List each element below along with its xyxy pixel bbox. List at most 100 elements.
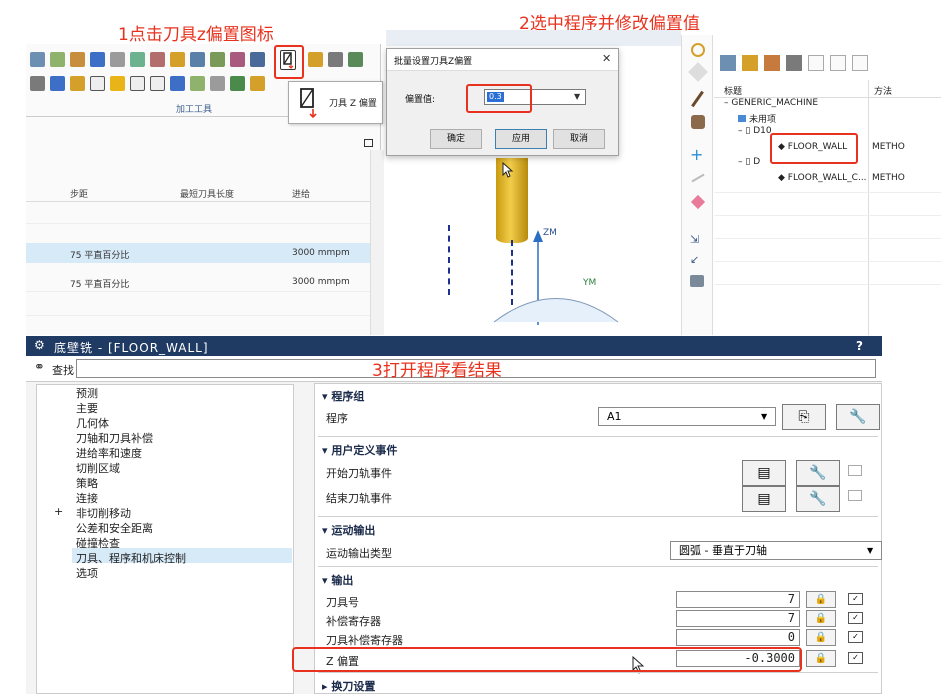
table-row[interactable] xyxy=(26,204,370,224)
nav-tool-icon[interactable] xyxy=(720,55,736,71)
tool-icon[interactable] xyxy=(90,52,105,67)
program-select[interactable]: A1 ▼ xyxy=(598,407,776,426)
chevron-down-icon[interactable]: ▼ xyxy=(761,408,767,425)
tool-icon[interactable] xyxy=(250,76,265,91)
nav-item-non-cutting[interactable]: + 非切削移动 xyxy=(54,505,131,521)
nav-item-tolerances[interactable]: 公差和安全距离 xyxy=(76,520,153,536)
apply-button[interactable]: 应用 xyxy=(495,129,547,149)
table-row[interactable] xyxy=(26,224,370,244)
start-event-button[interactable]: ▤ xyxy=(742,460,786,486)
nav-tool-icon[interactable] xyxy=(764,55,780,71)
chevron-down-icon[interactable]: ▼ xyxy=(574,92,580,101)
nav-item-tool-axis[interactable]: 刀轴和刀具补偿 xyxy=(76,430,153,446)
tool-icon[interactable] xyxy=(230,76,245,91)
tool-icon[interactable] xyxy=(110,52,125,67)
wrench-icon[interactable]: 🔧 xyxy=(836,404,880,430)
checkbox[interactable] xyxy=(848,490,862,501)
panel-splitter[interactable] xyxy=(370,150,384,335)
tool-icon[interactable] xyxy=(210,52,225,67)
tree-item-unused[interactable]: 未用项 xyxy=(738,112,776,125)
tool-icon[interactable] xyxy=(150,76,165,91)
nav-item-cut-area[interactable]: 切削区域 xyxy=(76,460,120,476)
tool-icon[interactable] xyxy=(250,52,265,67)
section-user-events[interactable]: ▾ 用户定义事件 xyxy=(322,442,397,458)
tool-icon[interactable] xyxy=(70,76,85,91)
line-icon[interactable] xyxy=(691,173,705,183)
help-icon[interactable]: ? xyxy=(856,339,863,353)
nav-tool-icon[interactable] xyxy=(830,55,846,71)
lock-icon[interactable]: 🔒 xyxy=(806,650,836,667)
tool-icon[interactable] xyxy=(150,52,165,67)
tool-icon[interactable] xyxy=(130,76,145,91)
section-output[interactable]: ▾ 输出 xyxy=(322,572,353,588)
nav-tool-icon[interactable] xyxy=(742,55,758,71)
nav-tool-icon[interactable] xyxy=(808,55,824,71)
comp-register-field[interactable]: 7 xyxy=(676,610,800,627)
nav-item-connections[interactable]: 连接 xyxy=(76,490,98,506)
lock-icon[interactable]: 🔒 xyxy=(806,629,836,646)
plus-icon[interactable]: + xyxy=(690,147,703,163)
tool-icon[interactable] xyxy=(230,52,245,67)
pan-icon[interactable]: ⇲ xyxy=(690,233,699,246)
section-tool-change[interactable]: ▸ 换刀设置 xyxy=(322,678,375,694)
tool-icon[interactable] xyxy=(190,76,205,91)
end-event-button[interactable]: ▤ xyxy=(742,486,786,512)
lock-icon[interactable]: 🔒 xyxy=(806,591,836,608)
tree-item-floor-wall-copy[interactable]: ◆ FLOOR_WALL_C... xyxy=(778,173,867,183)
brush-icon[interactable] xyxy=(691,90,704,108)
edit-program-button[interactable]: ⎘ xyxy=(782,404,826,430)
checkbox[interactable] xyxy=(848,465,862,476)
tool-icon[interactable] xyxy=(190,52,205,67)
nav-tool-icon[interactable] xyxy=(852,55,868,71)
wrench-icon[interactable]: 🔧 xyxy=(796,460,840,486)
tree-item-d[interactable]: – ▯ D xyxy=(738,157,760,167)
table-row[interactable]: 75 平直百分比 3000 mmpm xyxy=(26,243,370,263)
tool-icon[interactable] xyxy=(90,76,105,91)
nav-item-preview[interactable]: 预测 xyxy=(76,385,98,401)
expand-icon[interactable]: + xyxy=(54,505,63,518)
tool-icon[interactable] xyxy=(70,52,85,67)
tool-icon[interactable] xyxy=(50,76,65,91)
nav-item-tool-program-machine[interactable]: 刀具、程序和机床控制 xyxy=(76,550,186,566)
tool-icon[interactable] xyxy=(348,52,363,67)
axis-icon[interactable]: ↙ xyxy=(690,253,699,266)
motion-type-select[interactable]: 圆弧 - 垂直于刀轴 ▼ xyxy=(670,541,882,560)
lock-icon[interactable]: 🔒 xyxy=(806,610,836,627)
chevron-down-icon[interactable]: ▼ xyxy=(867,542,873,559)
table-row[interactable]: 75 平直百分比 3000 mmpm xyxy=(26,272,370,292)
gear-icon[interactable]: ⚙ xyxy=(34,338,45,352)
tool-icon[interactable] xyxy=(210,76,225,91)
tool-icon[interactable] xyxy=(308,52,323,67)
column-stepover[interactable]: 步距 xyxy=(70,187,88,200)
tree-item-root[interactable]: – GENERIC_MACHINE xyxy=(724,98,818,108)
nav-item-options[interactable]: 选项 xyxy=(76,565,98,581)
tool-icon[interactable] xyxy=(30,76,45,91)
tool-icon[interactable] xyxy=(110,76,125,91)
checkbox[interactable]: ✓ xyxy=(848,631,863,643)
rotate-icon[interactable] xyxy=(691,43,705,57)
checkbox[interactable]: ✓ xyxy=(848,652,863,664)
tool-comp-register-field[interactable]: 0 xyxy=(676,629,800,646)
tool-icon[interactable] xyxy=(170,76,185,91)
nav-tool-icon[interactable] xyxy=(786,55,802,71)
ok-button[interactable]: 确定 xyxy=(430,129,482,149)
column-name[interactable]: 标题 xyxy=(724,84,742,97)
tool-icon[interactable] xyxy=(328,52,343,67)
section-motion-output[interactable]: ▾ 运动输出 xyxy=(322,522,375,538)
table-row[interactable] xyxy=(26,296,370,316)
nav-item-main[interactable]: 主要 xyxy=(76,400,98,416)
tool-icon[interactable] xyxy=(170,52,185,67)
paint-icon[interactable] xyxy=(691,115,705,129)
column-min-tool-length[interactable]: 最短刀具长度 xyxy=(180,187,234,200)
maximize-icon[interactable] xyxy=(364,139,373,147)
tool-icon[interactable] xyxy=(30,52,45,67)
column-feed[interactable]: 进给 xyxy=(292,187,310,200)
tool-icon[interactable] xyxy=(130,52,145,67)
nav-item-feeds[interactable]: 进给率和速度 xyxy=(76,445,142,461)
wrench-icon[interactable]: 🔧 xyxy=(796,486,840,512)
tree-item-d10[interactable]: – ▯ D10 xyxy=(738,126,772,136)
diamond-icon[interactable] xyxy=(690,194,706,210)
checkbox[interactable]: ✓ xyxy=(848,612,863,624)
checkbox[interactable]: ✓ xyxy=(848,593,863,605)
eraser-icon[interactable] xyxy=(688,62,708,82)
